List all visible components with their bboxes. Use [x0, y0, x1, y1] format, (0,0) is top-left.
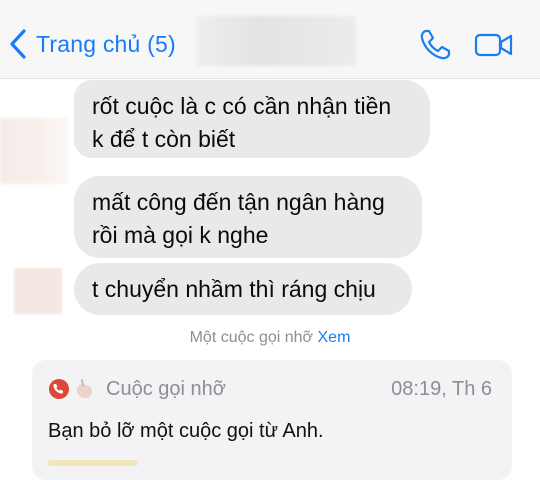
message-line: k để t còn biết	[92, 126, 236, 152]
missed-call-notice: Một cuộc gọi nhỡ Xem	[0, 329, 540, 347]
avatar-redacted	[14, 268, 62, 314]
chat-header: Trang chủ (5)	[0, 0, 540, 79]
message-line: rốt cuộc là c có cần nhận tiền	[92, 93, 392, 119]
card-body: Bạn bỏ lỡ một cuộc gọi từ Anh.	[48, 420, 324, 442]
message-line: t chuyển nhầm thì ráng chịu	[92, 276, 376, 302]
card-title: Cuộc gọi nhỡ	[106, 378, 226, 400]
avatar-redacted	[0, 118, 68, 184]
back-button-label: Trang chủ (5)	[36, 30, 176, 57]
card-footer-strip	[48, 460, 138, 466]
missed-call-card[interactable]: Cuộc gọi nhỡ 08:19, Th 6 Bạn bỏ lỡ một c…	[32, 360, 512, 480]
back-button[interactable]: Trang chủ (5)	[8, 24, 176, 64]
video-camera-icon[interactable]	[474, 32, 514, 63]
message-bubble[interactable]: t chuyển nhầm thì ráng chịu	[74, 263, 412, 315]
view-link[interactable]: Xem	[318, 329, 351, 346]
card-time: 08:19, Th 6	[391, 378, 492, 400]
message-line: mất công đến tận ngân hàng	[92, 189, 385, 215]
message-bubble[interactable]: rốt cuộc là c có cần nhận tiền k để t cò…	[74, 80, 430, 158]
phone-icon[interactable]	[418, 28, 452, 67]
contact-name-redacted	[196, 16, 356, 66]
missed-call-icon	[48, 376, 98, 407]
chevron-left-icon	[8, 28, 28, 60]
missed-call-notice-text: Một cuộc gọi nhỡ	[189, 329, 314, 346]
message-line: rồi mà gọi k nghe	[92, 222, 269, 248]
message-bubble[interactable]: mất công đến tận ngân hàng rồi mà gọi k …	[74, 176, 422, 258]
